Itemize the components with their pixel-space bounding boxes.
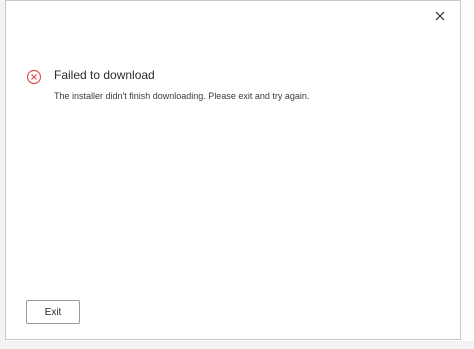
- close-icon[interactable]: [432, 8, 448, 24]
- error-dialog: Failed to download The installer didn't …: [5, 0, 461, 340]
- dialog-message: The installer didn't finish downloading.…: [54, 91, 310, 101]
- screen: Failed to download The installer didn't …: [0, 0, 474, 349]
- dialog-header: Failed to download: [26, 67, 155, 85]
- dialog-title: Failed to download: [54, 68, 155, 82]
- exit-button[interactable]: Exit: [26, 300, 80, 324]
- error-circle-x-icon: [26, 69, 42, 85]
- background-window-bottom: [0, 341, 474, 349]
